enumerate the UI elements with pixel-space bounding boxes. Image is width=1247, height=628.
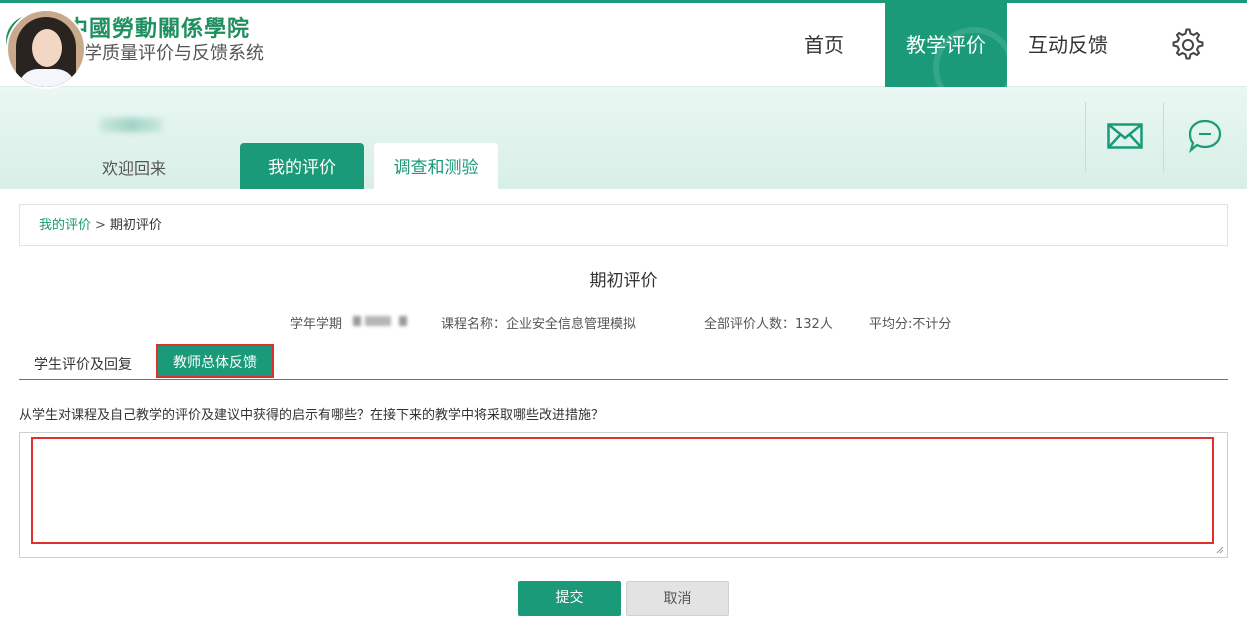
avatar[interactable] <box>6 9 86 89</box>
divider <box>1163 102 1164 172</box>
breadcrumb: 我的评价 > 期初评价 <box>19 204 1228 246</box>
mail-button[interactable] <box>1086 100 1164 172</box>
username-redacted <box>100 118 162 132</box>
term-label: 学年学期 <box>290 317 343 332</box>
tab-teacher-feedback[interactable]: 教师总体反馈 <box>156 344 274 378</box>
tab-survey-and-quiz[interactable]: 调查和测验 <box>374 143 498 189</box>
mail-icon <box>1107 123 1143 149</box>
breadcrumb-link-my-evaluation[interactable]: 我的评价 <box>39 218 91 233</box>
feedback-textarea[interactable] <box>20 433 1227 557</box>
gear-icon <box>1172 28 1204 60</box>
page-title: 期初评价 <box>589 271 658 291</box>
feedback-textarea-box <box>19 432 1228 558</box>
feedback-question: 从学生对课程及自己教学的评价及建议中获得的启示有哪些？在接下来的教学中将采取哪些… <box>19 408 605 423</box>
tab-student-evaluation[interactable]: 学生评价及回复 <box>34 354 132 374</box>
main-nav: 首页 教学评价 互动反馈 <box>763 3 1247 87</box>
chat-bubble-icon <box>1188 119 1222 153</box>
breadcrumb-current: 期初评价 <box>109 218 162 233</box>
breadcrumb-separator: > <box>95 218 106 233</box>
chat-button[interactable] <box>1166 100 1244 172</box>
evaluator-count: 全部评价人数：132人 <box>704 317 833 332</box>
term-value-redacted <box>353 314 415 328</box>
top-header: 中國勞動關係學院 教学质量评价与反馈系统 首页 教学评价 互动反馈 <box>0 0 1247 87</box>
welcome-text: 欢迎回来 <box>102 159 167 178</box>
system-name: 教学质量评价与反馈系统 <box>66 43 264 64</box>
settings-button[interactable] <box>1129 3 1247 87</box>
nav-interactive-feedback[interactable]: 互动反馈 <box>1007 3 1129 87</box>
nav-teaching-evaluation[interactable]: 教学评价 <box>885 3 1007 87</box>
cancel-button[interactable]: 取消 <box>626 581 729 616</box>
tab-underline <box>19 379 1228 380</box>
tab-my-evaluation[interactable]: 我的评价 <box>240 143 364 189</box>
average-score: 平均分:不计分 <box>869 317 952 332</box>
course-name: 课程名称：企业安全信息管理模拟 <box>441 317 637 332</box>
user-bar <box>0 87 1247 189</box>
resize-handle-icon[interactable] <box>1216 546 1224 554</box>
nav-home[interactable]: 首页 <box>763 3 885 87</box>
school-name: 中國勞動關係學院 <box>66 16 251 42</box>
submit-button[interactable]: 提交 <box>518 581 621 616</box>
